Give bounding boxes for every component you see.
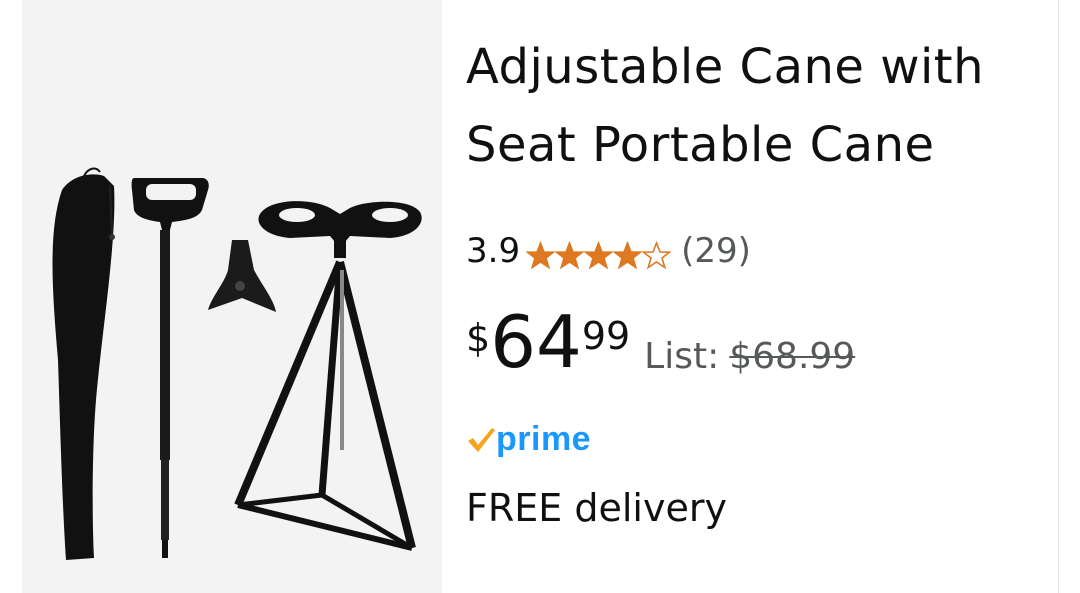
prime-badge: prime xyxy=(466,414,591,464)
delivery-info: FREE delivery xyxy=(466,486,727,530)
star-filled-icon xyxy=(526,240,556,269)
price-row: $ 64 99 List: $68.99 xyxy=(466,302,855,392)
star-empty-icon xyxy=(642,240,672,269)
list-price-amount: $68.99 xyxy=(729,336,856,377)
star-filled-icon xyxy=(613,240,643,269)
list-price-label: List: xyxy=(644,336,720,377)
list-price: List: $68.99 xyxy=(644,336,855,377)
product-title[interactable]: Adjustable Cane with Seat Portable Cane … xyxy=(466,28,1026,210)
rating-row[interactable]: 3.9 (29) xyxy=(466,226,751,276)
product-image-graphic xyxy=(52,167,422,560)
prime-label: prime xyxy=(496,419,592,458)
review-count[interactable]: (29) xyxy=(681,231,751,271)
star-filled-icon xyxy=(584,240,614,269)
product-card[interactable]: Adjustable Cane with Seat Portable Cane … xyxy=(0,0,1059,593)
prime-check-icon xyxy=(468,428,495,452)
price-fraction: 99 xyxy=(581,314,631,358)
star-filled-icon xyxy=(555,240,585,269)
product-info: Adjustable Cane with Seat Portable Cane … xyxy=(466,0,1026,593)
star-rating[interactable] xyxy=(526,240,672,270)
rating-value: 3.9 xyxy=(466,231,521,271)
price-whole: 64 xyxy=(490,300,582,384)
product-image[interactable] xyxy=(22,0,442,593)
price-symbol: $ xyxy=(466,316,491,360)
